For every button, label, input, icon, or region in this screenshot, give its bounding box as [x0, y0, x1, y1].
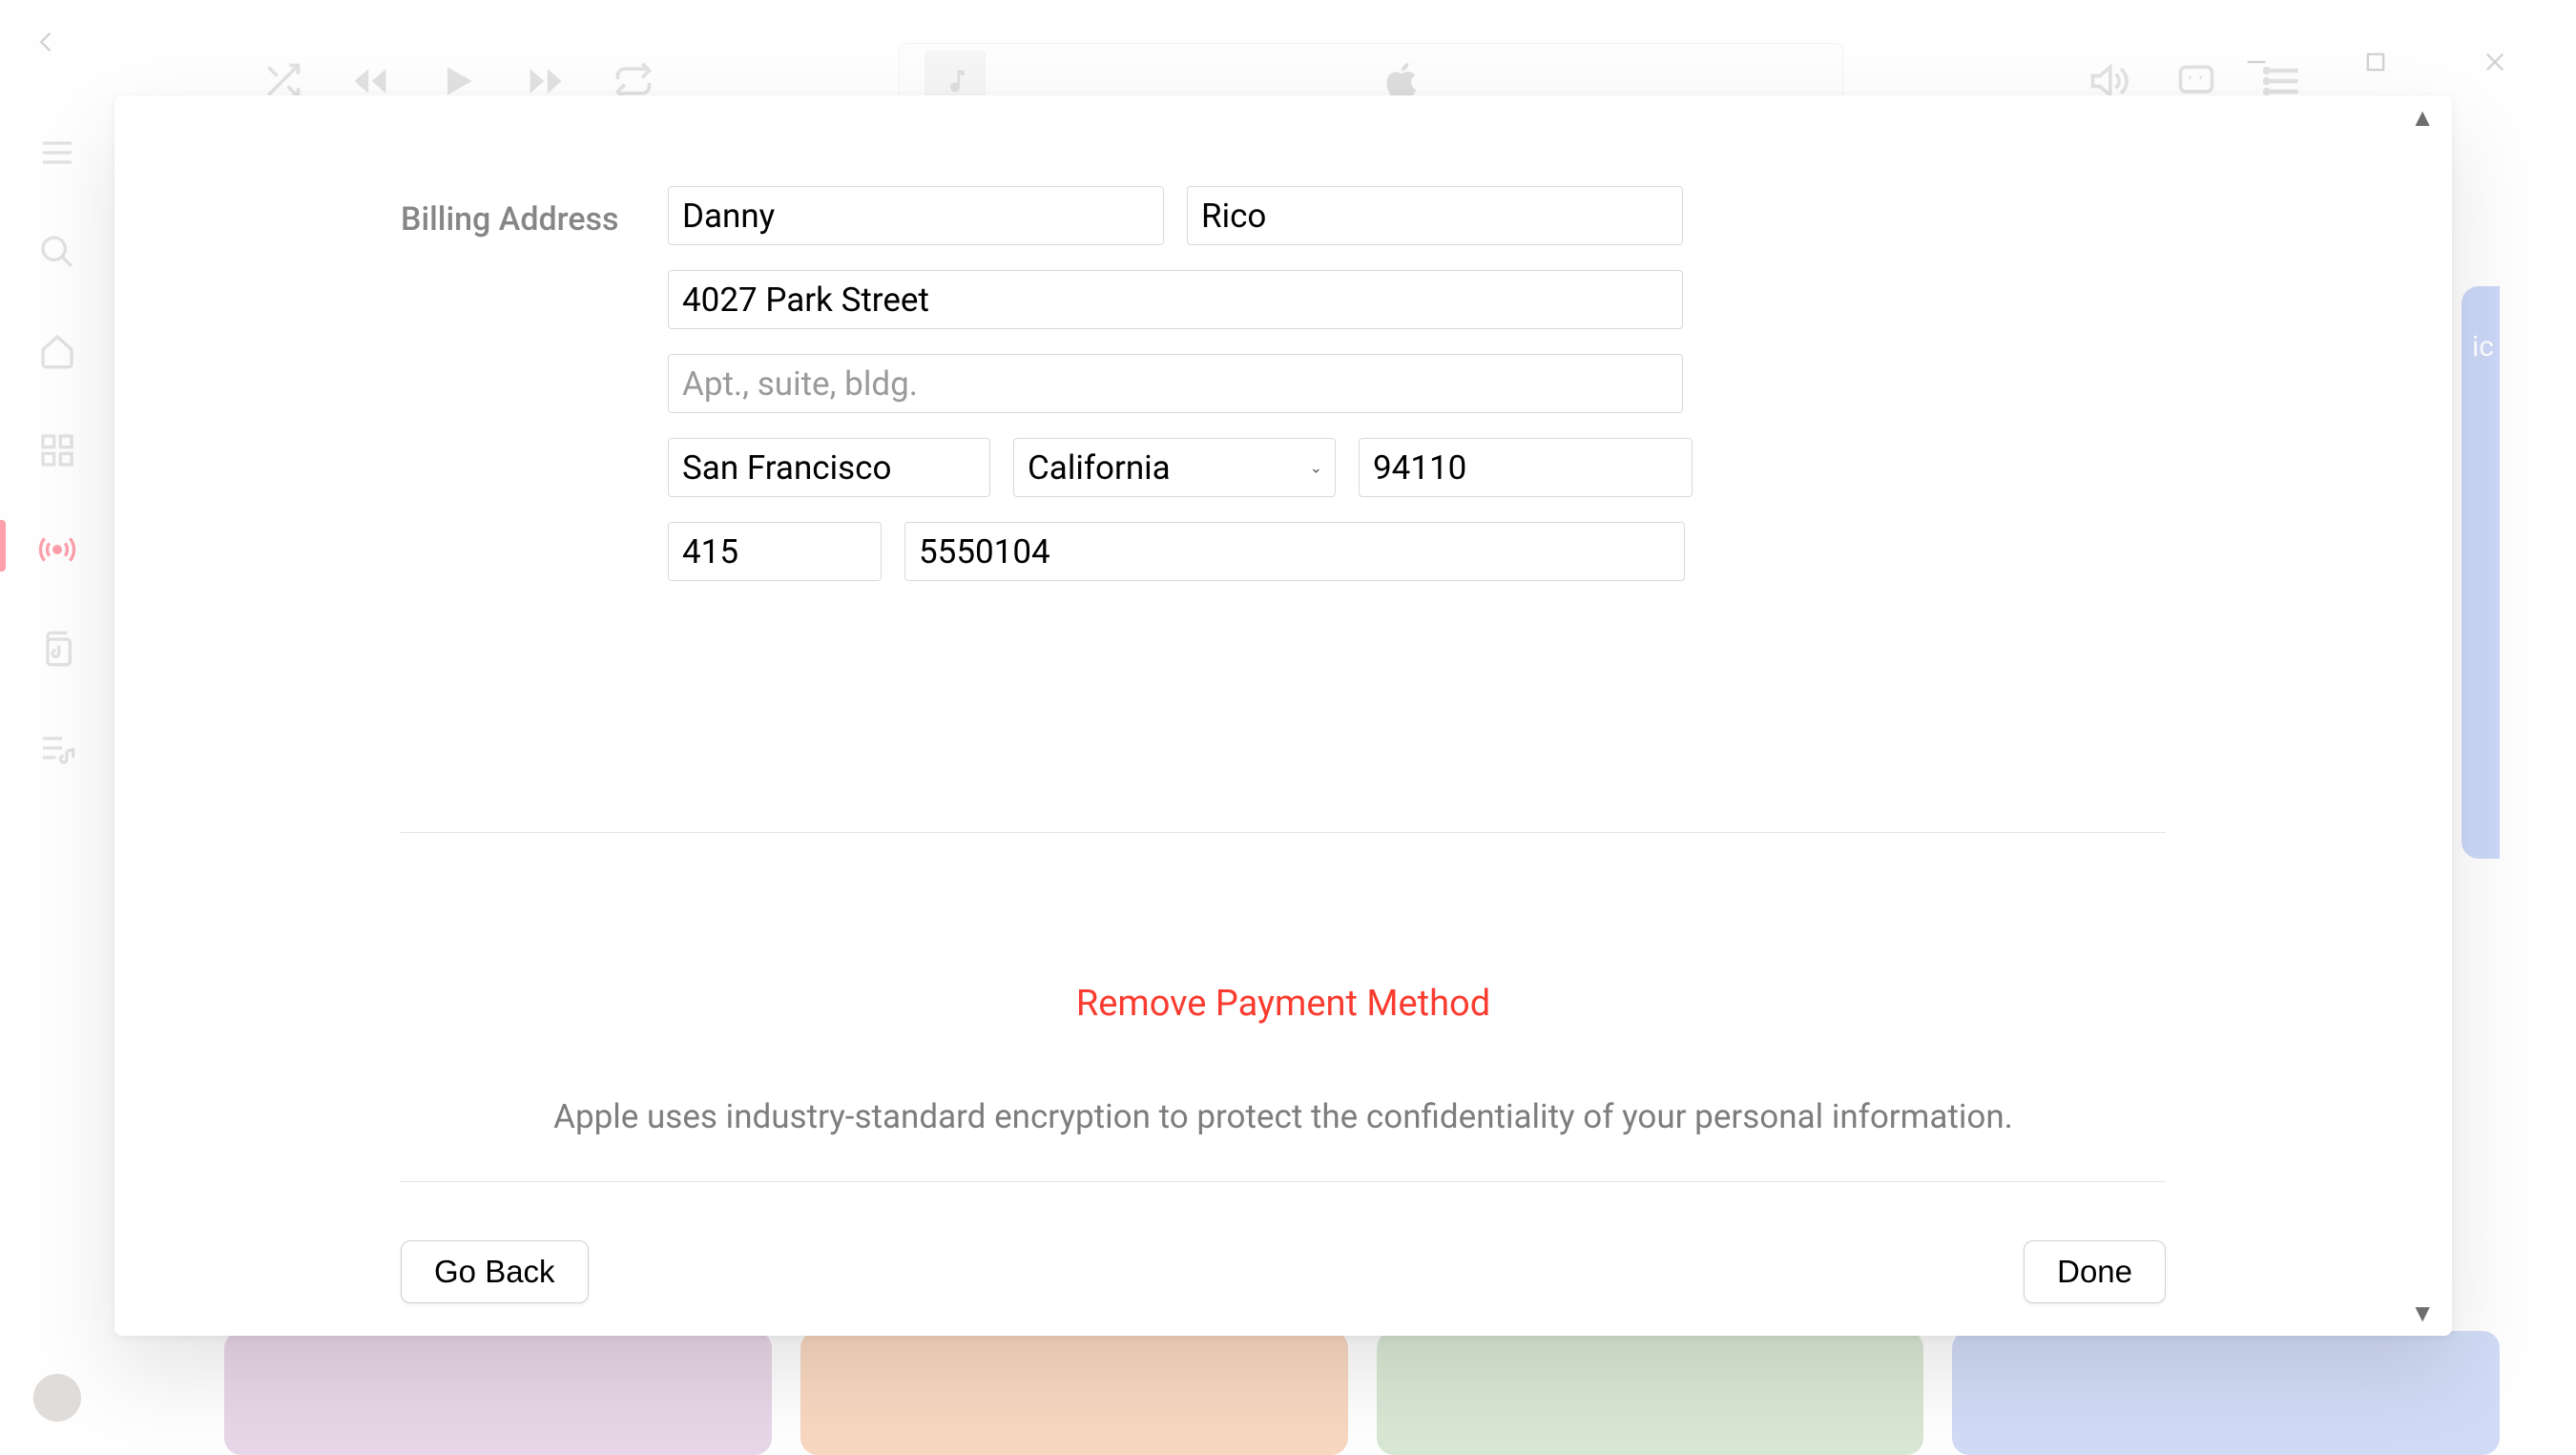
first-name-field[interactable] [668, 186, 1164, 245]
tile[interactable] [1377, 1331, 1924, 1455]
home-icon[interactable] [38, 332, 76, 370]
browse-icon[interactable] [38, 431, 76, 469]
encryption-info-text: Apple uses industry-standard encryption … [114, 1097, 2452, 1136]
city-field[interactable] [668, 438, 990, 497]
phone-area-field[interactable] [668, 522, 882, 581]
window-close-icon[interactable] [2462, 29, 2528, 95]
apt-field[interactable] [668, 354, 1683, 413]
go-back-button[interactable]: Go Back [401, 1240, 589, 1303]
remove-payment-link[interactable]: Remove Payment Method [114, 983, 2452, 1025]
library-icon[interactable] [38, 630, 76, 668]
search-icon[interactable] [38, 233, 76, 271]
payment-sheet: ▲ ▼ Billing Address California ⌄ [114, 95, 2452, 1336]
zip-field[interactable] [1359, 438, 1693, 497]
phone-number-field[interactable] [904, 522, 1685, 581]
content-card-right [2462, 286, 2500, 859]
playlist-icon[interactable] [38, 729, 76, 767]
tile[interactable] [224, 1331, 772, 1455]
scroll-down-icon[interactable]: ▼ [2410, 1299, 2435, 1328]
sidebar-active-indicator [0, 520, 6, 572]
divider [401, 832, 2166, 833]
card-text: ic [2472, 330, 2494, 364]
state-select[interactable]: California [1013, 438, 1336, 497]
done-button[interactable]: Done [2024, 1240, 2166, 1303]
section-label: Billing Address [401, 200, 619, 239]
tile[interactable] [800, 1331, 1348, 1455]
scroll-up-icon[interactable]: ▲ [2410, 103, 2435, 133]
sidebar [0, 0, 114, 1455]
radio-icon[interactable] [38, 530, 76, 569]
card-text: ic [2472, 1227, 2494, 1260]
divider [401, 1181, 2166, 1182]
menu-icon[interactable] [38, 134, 76, 172]
last-name-field[interactable] [1187, 186, 1683, 245]
street-field[interactable] [668, 270, 1683, 329]
apple-logo-icon [1386, 63, 1417, 99]
user-avatar[interactable] [33, 1374, 81, 1422]
tile[interactable] [1952, 1331, 2500, 1455]
window-maximize-icon[interactable] [2342, 29, 2409, 95]
content-tiles [224, 1331, 2500, 1455]
